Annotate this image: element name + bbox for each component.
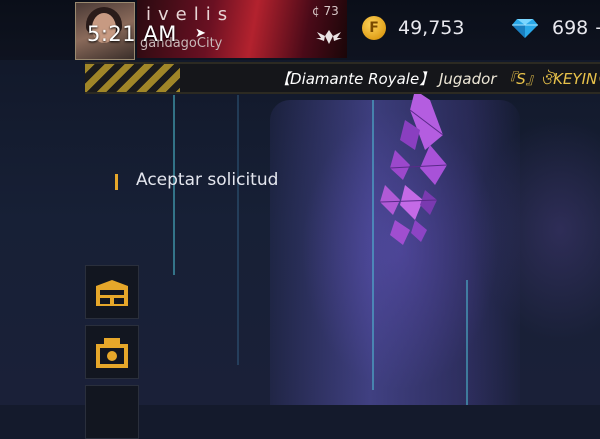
rank-value: ¢ 73 (312, 4, 339, 18)
ticker-player: ঔKEYINঔ (540, 70, 600, 88)
clock-time: 5:21 AM (87, 22, 177, 46)
gold-coin-icon: F (362, 16, 386, 40)
rank-prefix: ¢ (312, 4, 320, 18)
ticker-tag: 『S』 (501, 70, 541, 88)
side-button-partial[interactable] (85, 385, 139, 439)
light-streak (372, 100, 374, 390)
ticker-bracket-open: 【 (275, 70, 291, 88)
diamond-icon (512, 19, 538, 38)
ticker-bracket-close: 】 (419, 70, 435, 88)
notice-accent-bar (115, 174, 118, 190)
vault-icon (96, 338, 128, 368)
hazard-stripes (85, 64, 180, 92)
ticker-event: Diamante Royale (290, 70, 420, 88)
rank-number: 73 (323, 4, 339, 18)
ticker-word: Jugador (434, 70, 502, 88)
news-ticker: 【Diamante Royale】 Jugador 『S』ঔKEYINঔ obt… (85, 62, 600, 94)
notice-text[interactable]: Aceptar solicitud (136, 170, 278, 190)
coin-balance[interactable]: 49,753 (398, 17, 464, 39)
location-arrow-icon: ➤ (195, 26, 206, 41)
diamond-balance[interactable]: 698 + (552, 17, 600, 39)
rank-wings-icon[interactable] (315, 26, 343, 48)
neon-diamond-sign (379, 90, 448, 245)
light-streak (466, 280, 468, 405)
vault-button[interactable] (85, 325, 139, 379)
store-button[interactable] (85, 265, 139, 319)
light-streak (237, 95, 239, 365)
store-icon (96, 280, 128, 306)
ticker-message: 【Diamante Royale】 Jugador 『S』ঔKEYINঔ obt… (275, 68, 600, 92)
